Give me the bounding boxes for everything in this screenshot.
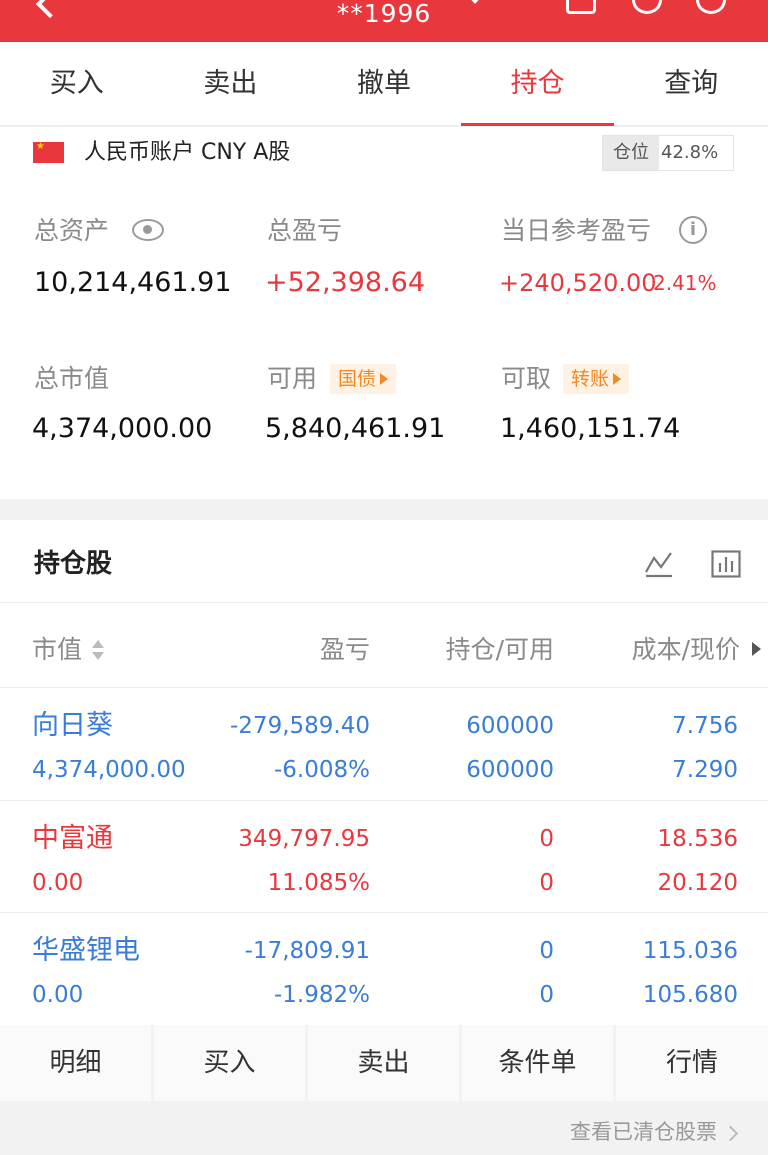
top-header: **1996 xyxy=(0,0,768,42)
stock-position: 0 xyxy=(539,826,554,852)
stock-position: 600000 xyxy=(466,713,554,739)
stock-market-value: 0.00 xyxy=(32,982,84,1008)
bottom-action-bar: 明细 买入 卖出 条件单 行情 xyxy=(0,1025,768,1101)
stock-cost: 7.756 xyxy=(672,713,738,739)
holdings-panel: 持仓股 市值 盈亏 持仓/可用 成本/现价 向日葵 4,374,000.00 -… xyxy=(0,520,768,1025)
column-pnl: 盈亏 xyxy=(319,635,370,664)
buy-button[interactable]: 买入 xyxy=(154,1025,305,1101)
stock-cost: 115.036 xyxy=(642,938,738,964)
bar-chart-icon[interactable] xyxy=(711,550,741,578)
position-value: 42.8% xyxy=(661,142,719,163)
stock-price: 20.120 xyxy=(657,870,738,896)
stock-market-value: 4,374,000.00 xyxy=(32,757,186,783)
transfer-tag-button[interactable]: 转账 xyxy=(563,364,630,394)
withdrawable-value: 1,460,151.74 xyxy=(500,413,681,444)
stock-pnl: -279,589.40 xyxy=(230,713,370,739)
stock-available: 600000 xyxy=(466,757,554,783)
tab-cancel[interactable]: 撤单 xyxy=(307,42,461,126)
line-chart-icon[interactable] xyxy=(644,550,674,578)
stock-name: 中富通 xyxy=(32,823,113,854)
sell-button[interactable]: 卖出 xyxy=(308,1025,459,1101)
market-value: 4,374,000.00 xyxy=(32,413,213,444)
market-quotes-button[interactable]: 行情 xyxy=(616,1025,768,1101)
total-assets-label: 总资产 xyxy=(34,216,110,245)
stock-price: 105.680 xyxy=(642,982,738,1008)
details-button[interactable]: 明细 xyxy=(0,1025,151,1101)
account-summary: 人民币账户 CNY A股 仓位 42.8% 总资产 10,214,461.91 … xyxy=(0,127,768,499)
tab-query[interactable]: 查询 xyxy=(614,42,768,126)
column-market-value[interactable]: 市值 xyxy=(32,632,82,668)
daily-pnl-value: +240,520.00 xyxy=(499,269,657,297)
holding-row[interactable]: 中富通 0.00 349,797.95 11.085% 0 0 18.536 2… xyxy=(0,801,768,913)
stock-available: 0 xyxy=(539,870,554,896)
daily-pnl-percent: 2.41% xyxy=(653,271,717,295)
holding-row[interactable]: 华盛锂电 0.00 -17,809.91 -1.982% 0 0 115.036… xyxy=(0,913,768,1025)
stock-pnl: -17,809.91 xyxy=(244,938,370,964)
stock-market-value: 0.00 xyxy=(32,870,84,896)
bond-tag-button[interactable]: 国债 xyxy=(330,364,397,394)
cleared-stocks-label: 查看已清仓股票 xyxy=(570,1120,717,1144)
chevron-right-icon xyxy=(722,1125,739,1141)
holding-row[interactable]: 向日葵 4,374,000.00 -279,589.40 -6.008% 600… xyxy=(0,688,768,800)
market-value-label: 总市值 xyxy=(34,364,110,393)
stock-price: 7.290 xyxy=(672,757,738,783)
holdings-title: 持仓股 xyxy=(34,549,113,579)
column-cost-price: 成本/现价 xyxy=(631,635,740,664)
stock-pnl: 349,797.95 xyxy=(238,826,370,852)
available-label: 可用 xyxy=(267,364,318,393)
expand-right-icon[interactable] xyxy=(752,642,761,656)
total-pnl-label: 总盈亏 xyxy=(267,216,343,245)
cleared-stocks-link[interactable]: 查看已清仓股票 xyxy=(570,1116,739,1148)
position-ratio-badge: 仓位 42.8% xyxy=(602,135,734,171)
stock-pnl-percent: 11.085% xyxy=(267,870,370,896)
withdrawable-label: 可取 xyxy=(501,364,552,393)
china-flag-icon xyxy=(33,140,64,163)
position-label: 仓位 xyxy=(603,136,659,170)
conditional-order-button[interactable]: 条件单 xyxy=(462,1025,613,1101)
column-position: 持仓/可用 xyxy=(445,635,554,664)
tab-positions[interactable]: 持仓 xyxy=(460,42,615,126)
stock-name: 华盛锂电 xyxy=(32,935,140,966)
message-icon[interactable] xyxy=(566,0,596,14)
total-assets-value: 10,214,461.91 xyxy=(34,267,232,298)
account-name[interactable]: 人民币账户 CNY A股 xyxy=(84,137,290,169)
trade-tabs: 买入 卖出 撤单 持仓 查询 xyxy=(0,42,768,126)
info-icon[interactable]: i xyxy=(679,216,707,244)
available-value: 5,840,461.91 xyxy=(265,413,446,444)
eye-icon[interactable] xyxy=(132,219,164,241)
stock-pnl-percent: -1.982% xyxy=(274,982,370,1008)
stock-position: 0 xyxy=(539,938,554,964)
stock-name: 向日葵 xyxy=(32,710,113,741)
sort-icon[interactable] xyxy=(92,640,104,662)
stock-cost: 18.536 xyxy=(657,826,738,852)
total-pnl-value: +52,398.64 xyxy=(265,267,426,298)
divider xyxy=(0,602,768,603)
daily-pnl-label: 当日参考盈亏 xyxy=(501,216,652,245)
stock-available: 0 xyxy=(539,982,554,1008)
tab-buy[interactable]: 买入 xyxy=(0,42,154,126)
stock-pnl-percent: -6.008% xyxy=(274,757,370,783)
tab-sell[interactable]: 卖出 xyxy=(154,42,308,126)
